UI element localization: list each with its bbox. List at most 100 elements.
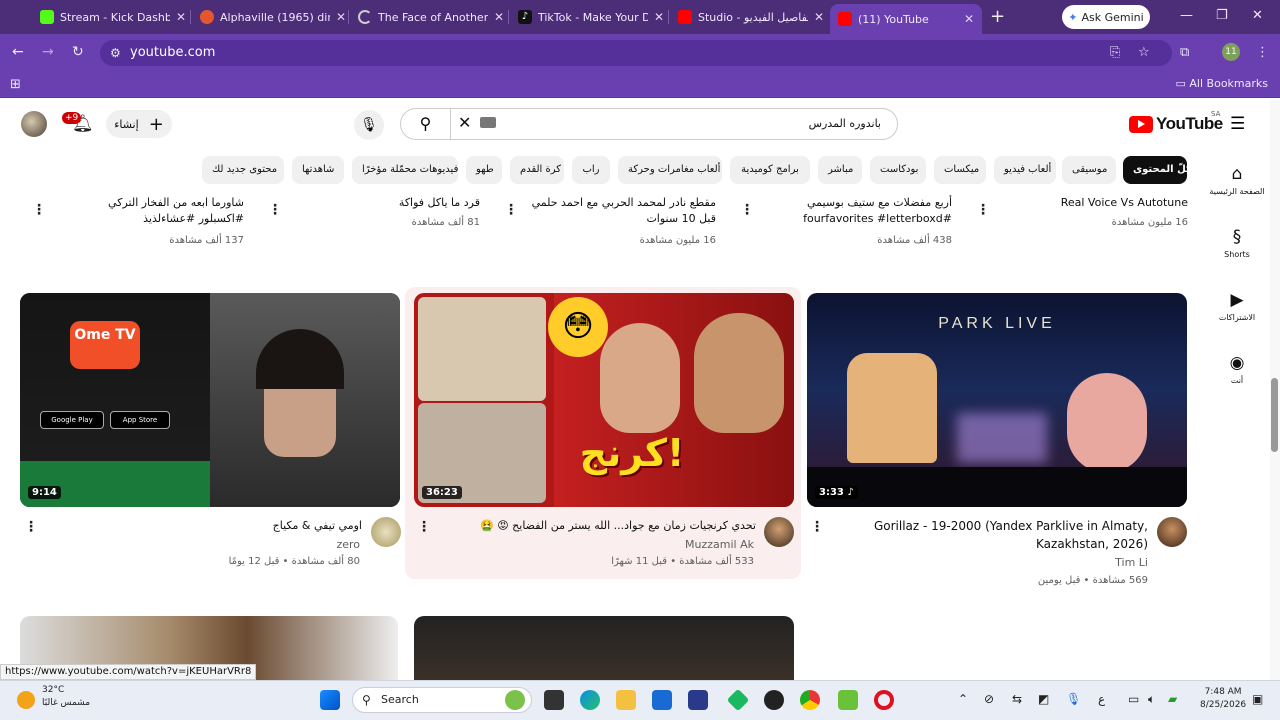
chip-live[interactable]: مباشر — [818, 156, 862, 184]
short-title-4[interactable]: قرد ما ياكل فواكة — [380, 195, 480, 211]
apps-grid-icon[interactable]: ⊞ — [10, 77, 21, 92]
video-thumbnail-partial[interactable] — [414, 616, 794, 680]
tab-tiktok[interactable]: ♪ TikTok - Make Your Da ✕ — [510, 5, 672, 29]
file-explorer-icon[interactable] — [616, 690, 636, 710]
chip-mixes[interactable]: ميكسات — [934, 156, 986, 184]
search-button[interactable]: ⚲ — [400, 108, 450, 140]
utorrent-icon[interactable] — [838, 690, 858, 710]
edge-icon[interactable] — [580, 690, 600, 710]
tab-kick[interactable]: Stream - Kick Dashboa ✕ — [32, 5, 194, 29]
install-icon[interactable]: ⎘ — [1110, 45, 1120, 60]
video-title[interactable]: اومي تيفي & مكياج — [180, 517, 362, 535]
chip-watched[interactable]: شاهدتها — [292, 156, 344, 184]
more-options-icon[interactable]: ⋮ — [417, 519, 431, 535]
more-options-icon[interactable]: ⋮ — [810, 519, 824, 535]
chip-cooking[interactable]: طهو — [466, 156, 502, 184]
tab-alphaville[interactable]: Alphaville (1965) direc ✕ — [192, 5, 354, 29]
extensions-icon[interactable]: ⧉ — [1180, 45, 1189, 60]
close-icon[interactable]: ✕ — [814, 10, 824, 24]
chip-video-games[interactable]: ألعاب فيديو — [994, 156, 1056, 184]
maximize-button[interactable]: ❐ — [1216, 8, 1228, 23]
reload-button[interactable]: ↻ — [72, 44, 84, 60]
short-title-2[interactable]: أربع مفضلات مع ستيف بوسيمي #fourfavorite… — [790, 195, 952, 227]
channel-avatar[interactable] — [371, 517, 401, 547]
clear-search-icon[interactable]: ✕ — [458, 113, 471, 132]
chip-comedy[interactable]: برامج كوميدية — [730, 156, 810, 184]
sidebar-item-home[interactable]: ⌂ الصفحة الرئيسية — [1208, 164, 1266, 196]
ask-gemini-button[interactable]: ✦ Ask Gemini — [1062, 5, 1150, 29]
new-tab-button[interactable]: + — [990, 6, 1005, 27]
chrome-icon[interactable] — [800, 690, 820, 710]
channel-name[interactable]: zero — [260, 538, 360, 551]
close-icon[interactable]: ✕ — [654, 10, 664, 24]
more-options-icon[interactable]: ⋮ — [32, 202, 46, 218]
all-bookmarks-button[interactable]: ▭ All Bookmarks — [1176, 77, 1268, 90]
channel-avatar[interactable] — [764, 517, 794, 547]
sidebar-item-subscriptions[interactable]: ▶︎ الاشتراكات — [1208, 290, 1266, 322]
video-title[interactable]: Gorillaz - 19-2000 (Yandex Parklive in A… — [862, 517, 1148, 553]
sidebar-item-you[interactable]: ◉ أنت — [1208, 353, 1266, 385]
forward-button[interactable]: → — [42, 44, 54, 60]
short-title-1[interactable]: Real Voice Vs Autotune — [1050, 195, 1188, 211]
video-thumbnail-ometv[interactable]: Ome TV Google Play App Store 9:14 — [20, 293, 400, 507]
taskbar-clock[interactable]: 7:48 AM 8/25/2026 — [1200, 686, 1246, 712]
search-input[interactable]: باندوره المدرس — [450, 108, 898, 140]
app-icon[interactable] — [688, 690, 708, 710]
chip-recently-uploaded[interactable]: فيديوهات محمّلة مؤخرًا — [352, 156, 458, 184]
battery-icon[interactable]: ▰ — [1168, 692, 1177, 706]
voice-search-mic-icon[interactable]: 🎙︎ — [354, 110, 384, 140]
store-icon[interactable] — [652, 690, 672, 710]
language-indicator[interactable]: ع — [1098, 692, 1105, 706]
close-icon[interactable]: ✕ — [964, 12, 974, 26]
browser-menu-icon[interactable]: ⋮ — [1256, 45, 1269, 60]
close-icon[interactable]: ✕ — [494, 10, 504, 24]
tab-face-of-another[interactable]: The Face of Another (1 ✕ — [350, 5, 512, 29]
opera-icon[interactable] — [874, 690, 894, 710]
bookmark-star-icon[interactable]: ☆ — [1138, 45, 1150, 60]
network-off-icon[interactable]: ⊘ — [984, 692, 994, 706]
video-thumbnail-gorillaz[interactable]: PARK LIVE 3:33 ♪ — [807, 293, 1187, 507]
show-hidden-icons[interactable]: ⌃ — [958, 692, 968, 706]
chip-football[interactable]: كرة القدم — [510, 156, 564, 184]
window-close-button[interactable]: ✕ — [1252, 8, 1263, 23]
channel-avatar[interactable] — [1157, 517, 1187, 547]
weather-widget[interactable]: 32°C مشمس غالبًا — [42, 684, 90, 710]
more-options-icon[interactable]: ⋮ — [268, 202, 282, 218]
more-options-icon[interactable]: ⋮ — [976, 202, 990, 218]
chip-rap[interactable]: راب — [572, 156, 610, 184]
chip-podcasts[interactable]: بودكاست — [870, 156, 926, 184]
tab-studio[interactable]: Studio - تفاصيل الفيديو ✕ — [670, 5, 832, 29]
app-icon[interactable] — [764, 690, 784, 710]
close-icon[interactable]: ✕ — [176, 10, 186, 24]
volume-icon[interactable]: 🔈︎ — [1148, 692, 1155, 707]
notifications-icon[interactable]: ▣ — [1252, 692, 1263, 706]
channel-name[interactable]: Muzzamil Ak — [640, 538, 754, 551]
video-title[interactable]: تحدي كرنجيات زمان مع جواد... الله يستر م… — [470, 517, 756, 535]
chip-all[interactable]: كلّ المحتوى — [1123, 156, 1192, 184]
microphone-icon[interactable]: 🎙︎ — [1066, 692, 1081, 706]
chip-action-adventure[interactable]: ألعاب مغامرات وحركة — [618, 156, 722, 184]
guide-menu-icon[interactable]: ☰ — [1230, 114, 1245, 134]
video-thumbnail-cringe[interactable]: 😳 كرنج! 36:23 — [414, 293, 794, 507]
back-button[interactable]: ← — [12, 44, 24, 60]
youtube-logo[interactable]: YouTube SA — [1129, 110, 1223, 134]
tray-app-icon[interactable]: ◩ — [1038, 692, 1049, 706]
profile-avatar[interactable]: 11 — [1222, 43, 1240, 61]
sidebar-item-shorts[interactable]: § Shorts — [1208, 227, 1266, 259]
tab-youtube[interactable]: (11) YouTube ✕ — [830, 4, 982, 34]
chip-new-to-you[interactable]: محتوى جديد لك — [202, 156, 284, 184]
keyboard-icon[interactable] — [480, 117, 496, 128]
short-title-3[interactable]: مقطع نادر لمحمد الحربي مع احمد حلمي قبل … — [520, 195, 716, 227]
site-info-icon[interactable]: ⚙ — [110, 40, 121, 66]
account-avatar[interactable] — [21, 111, 47, 137]
more-options-icon[interactable]: ⋮ — [740, 202, 754, 218]
chip-music[interactable]: موسيقى — [1062, 156, 1116, 184]
network-icon[interactable]: ▭ — [1128, 692, 1139, 706]
short-title-5[interactable]: شاورما ابعه من الفخار التركي #اكسبلور #ع… — [64, 195, 244, 227]
url-bar[interactable]: ⚙ youtube.com — [100, 40, 1172, 66]
weather-sun-icon[interactable] — [17, 691, 35, 709]
close-icon[interactable]: ✕ — [336, 10, 346, 24]
create-button[interactable]: إنشاء + — [106, 110, 172, 138]
minimize-button[interactable]: — — [1180, 8, 1193, 23]
scrollbar-thumb[interactable] — [1271, 378, 1278, 452]
